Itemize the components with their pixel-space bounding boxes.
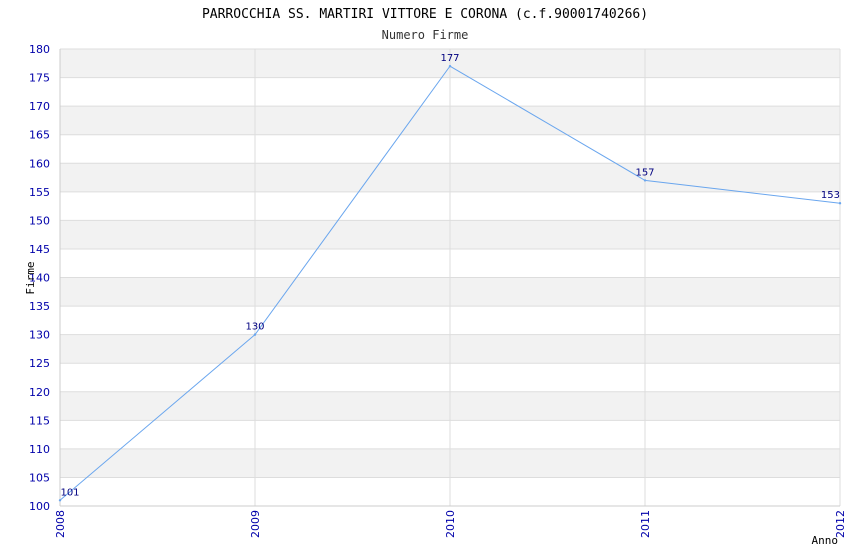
y-tick-label: 120 <box>29 386 50 399</box>
y-tick-label: 145 <box>29 243 50 256</box>
data-point <box>253 333 257 336</box>
x-tick-label: 2008 <box>54 510 67 538</box>
x-tick-label: 2011 <box>639 510 652 538</box>
y-tick-label: 165 <box>29 129 50 142</box>
y-tick-label: 130 <box>29 329 50 342</box>
data-label: 157 <box>635 167 654 178</box>
y-tick-label: 115 <box>29 414 50 427</box>
y-tick-label: 175 <box>29 72 50 85</box>
chart-title: PARROCCHIA SS. MARTIRI VITTORE E CORONA … <box>202 7 648 22</box>
data-point <box>448 64 452 68</box>
y-tick-label: 155 <box>29 186 50 199</box>
y-tick-label: 125 <box>29 357 50 370</box>
chart-subtitle: Numero Firme <box>382 28 469 42</box>
y-tick-label: 105 <box>29 471 50 484</box>
y-tick-label: 135 <box>29 300 50 313</box>
y-axis-label: Firme <box>24 261 37 294</box>
x-axis-ticks: 2008 2009 2010 2011 2012 <box>54 510 847 538</box>
x-tick-label: 2010 <box>444 510 457 538</box>
data-label: 153 <box>821 190 840 201</box>
data-label: 101 <box>60 487 79 498</box>
y-tick-label: 160 <box>29 157 50 170</box>
data-point <box>58 499 62 502</box>
data-label: 177 <box>440 53 459 64</box>
y-tick-label: 180 <box>29 43 50 56</box>
y-tick-label: 100 <box>29 500 50 513</box>
data-point <box>643 179 647 182</box>
y-tick-label: 150 <box>29 214 50 227</box>
y-tick-label: 170 <box>29 100 50 113</box>
data-label: 130 <box>245 322 264 333</box>
x-tick-label: 2009 <box>249 510 262 538</box>
y-tick-label: 110 <box>29 443 50 456</box>
data-point <box>838 202 842 205</box>
x-axis-label: Anno <box>812 534 839 547</box>
line-chart: PARROCCHIA SS. MARTIRI VITTORE E CORONA … <box>24 7 847 547</box>
